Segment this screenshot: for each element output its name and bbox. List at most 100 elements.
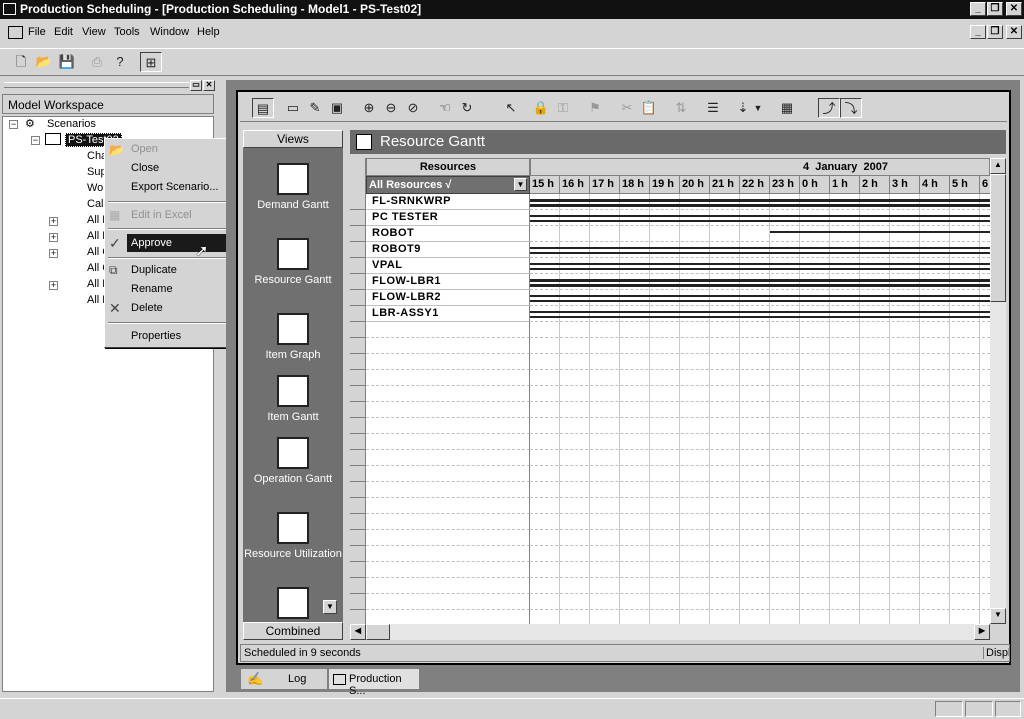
workspace-grip[interactable] (4, 82, 189, 88)
gantt-bar[interactable] (530, 263, 990, 265)
timeline-row[interactable] (530, 514, 990, 530)
expand-icon[interactable]: + (49, 281, 58, 290)
vertical-scrollbar[interactable]: ▲ ▼ (990, 158, 1006, 624)
minimize-button[interactable]: _ (970, 2, 986, 16)
row-gutter-cell[interactable] (350, 306, 366, 322)
scroll-thumb[interactable] (990, 174, 1006, 302)
empty-cell[interactable] (366, 546, 530, 562)
gantt-bar[interactable] (530, 247, 990, 249)
timeline-row[interactable] (530, 322, 990, 338)
empty-cell[interactable] (366, 610, 530, 624)
row-gutter-cell[interactable] (350, 578, 366, 594)
mdi-minimize-button[interactable]: _ (970, 25, 986, 39)
timeline-row[interactable] (530, 194, 990, 210)
open-icon[interactable]: 📂 (33, 52, 55, 72)
row-gutter-cell[interactable] (350, 354, 366, 370)
resource-name[interactable]: PC TESTER (366, 210, 530, 226)
menu-file[interactable]: File (28, 26, 46, 38)
gantt-bar[interactable] (530, 311, 990, 313)
demand-gantt-icon[interactable] (277, 163, 309, 195)
row-gutter-cell[interactable] (350, 370, 366, 386)
timeline-row[interactable] (530, 306, 990, 322)
gantt-bar[interactable] (530, 268, 990, 270)
timeline-row[interactable] (530, 258, 990, 274)
timeline-row[interactable] (530, 386, 990, 402)
scroll-left-icon[interactable]: ◀ (350, 624, 366, 640)
row-gutter-cell[interactable] (350, 274, 366, 290)
timeline-row[interactable] (530, 434, 990, 450)
row-gutter-cell[interactable] (350, 594, 366, 610)
link-icon[interactable]: ⤴ (818, 98, 840, 118)
ctx-close[interactable]: Close (131, 162, 159, 174)
hscroll-thumb[interactable] (366, 624, 390, 640)
timeline-row[interactable] (530, 370, 990, 386)
row-gutter-cell[interactable] (350, 482, 366, 498)
views-footer[interactable]: Combined (243, 622, 343, 640)
empty-cell[interactable] (366, 386, 530, 402)
timeline-row[interactable] (530, 338, 990, 354)
resource-name[interactable]: ROBOT9 (366, 242, 530, 258)
tree-child-calendar[interactable]: Cal (87, 198, 104, 210)
zoom-in-icon[interactable]: ⊕ (358, 98, 380, 118)
empty-cell[interactable] (366, 498, 530, 514)
resource-name[interactable]: FLOW-LBR2 (366, 290, 530, 306)
resource-utilization-icon[interactable] (277, 512, 309, 544)
timeline-row[interactable] (530, 498, 990, 514)
empty-cell[interactable] (366, 450, 530, 466)
resource-name[interactable]: FL-SRNKWRP (366, 194, 530, 210)
timeline-row[interactable] (530, 610, 990, 624)
view-demand-gantt[interactable]: Demand Gantt (243, 199, 343, 211)
workspace-toggle-icon[interactable]: ⊞ (140, 52, 162, 72)
resource-name[interactable]: ROBOT (366, 226, 530, 242)
row-gutter-cell[interactable] (350, 562, 366, 578)
item-gantt-icon[interactable] (277, 375, 309, 407)
flag-icon[interactable]: ⚑ (584, 98, 606, 118)
menu-edit[interactable]: Edit (54, 26, 73, 38)
row-gutter-cell[interactable] (350, 610, 366, 624)
lock-icon[interactable]: 🔒 (530, 98, 552, 118)
ctx-delete[interactable]: Delete (131, 302, 163, 314)
item-graph-icon[interactable] (277, 313, 309, 345)
timeline-row[interactable] (530, 274, 990, 290)
menu-help[interactable]: Help (197, 26, 220, 38)
expand-icon[interactable]: + (49, 233, 58, 242)
zoom-out-icon[interactable]: ⊖ (380, 98, 402, 118)
outline-icon[interactable]: ▤ (252, 98, 274, 118)
tree-root-scenarios[interactable]: Scenarios (47, 118, 96, 130)
pointer-icon[interactable]: ↖ (500, 98, 522, 118)
timeline-row[interactable] (530, 450, 990, 466)
row-gutter-cell[interactable] (350, 434, 366, 450)
menu-tools[interactable]: Tools (114, 26, 140, 38)
tab-log[interactable]: ✍ Log (240, 668, 328, 690)
empty-cell[interactable] (366, 418, 530, 434)
grid-icon[interactable]: ▦ (776, 98, 798, 118)
timeline-row[interactable] (530, 530, 990, 546)
view-item-gantt[interactable]: Item Gantt (243, 411, 343, 423)
empty-cell[interactable] (366, 578, 530, 594)
scroll-down-icon[interactable]: ▼ (990, 608, 1006, 624)
empty-cell[interactable] (366, 402, 530, 418)
cut-icon[interactable]: ✂ (616, 98, 638, 118)
pen-icon[interactable]: ✎ (304, 98, 326, 118)
timeline-row[interactable] (530, 290, 990, 306)
resource-filter-dropdown[interactable]: All Resources √ ▼ (366, 176, 530, 194)
collapse-icon[interactable]: − (31, 136, 40, 145)
view-resource-gantt[interactable]: Resource Gantt (243, 274, 343, 286)
timeline-row[interactable] (530, 578, 990, 594)
resource-gantt-icon[interactable] (277, 238, 309, 270)
views-header[interactable]: Views (243, 130, 343, 148)
ctx-approve[interactable]: Approve (131, 237, 172, 249)
empty-cell[interactable] (366, 370, 530, 386)
gantt-bar[interactable] (530, 215, 990, 217)
menu-window[interactable]: Window (150, 26, 189, 38)
row-gutter-cell[interactable] (350, 546, 366, 562)
split-icon[interactable]: ⇅ (670, 98, 692, 118)
view-resource-utilization[interactable]: Resource Utilization (243, 548, 343, 560)
ctx-export-scenario[interactable]: Export Scenario... (131, 181, 218, 193)
empty-cell[interactable] (366, 482, 530, 498)
row-gutter-cell[interactable] (350, 322, 366, 338)
empty-cell[interactable] (366, 466, 530, 482)
gantt-bar[interactable] (530, 279, 990, 282)
dropdown-arrow-icon[interactable]: ▼ (514, 178, 527, 191)
ctx-properties[interactable]: Properties (131, 330, 181, 342)
